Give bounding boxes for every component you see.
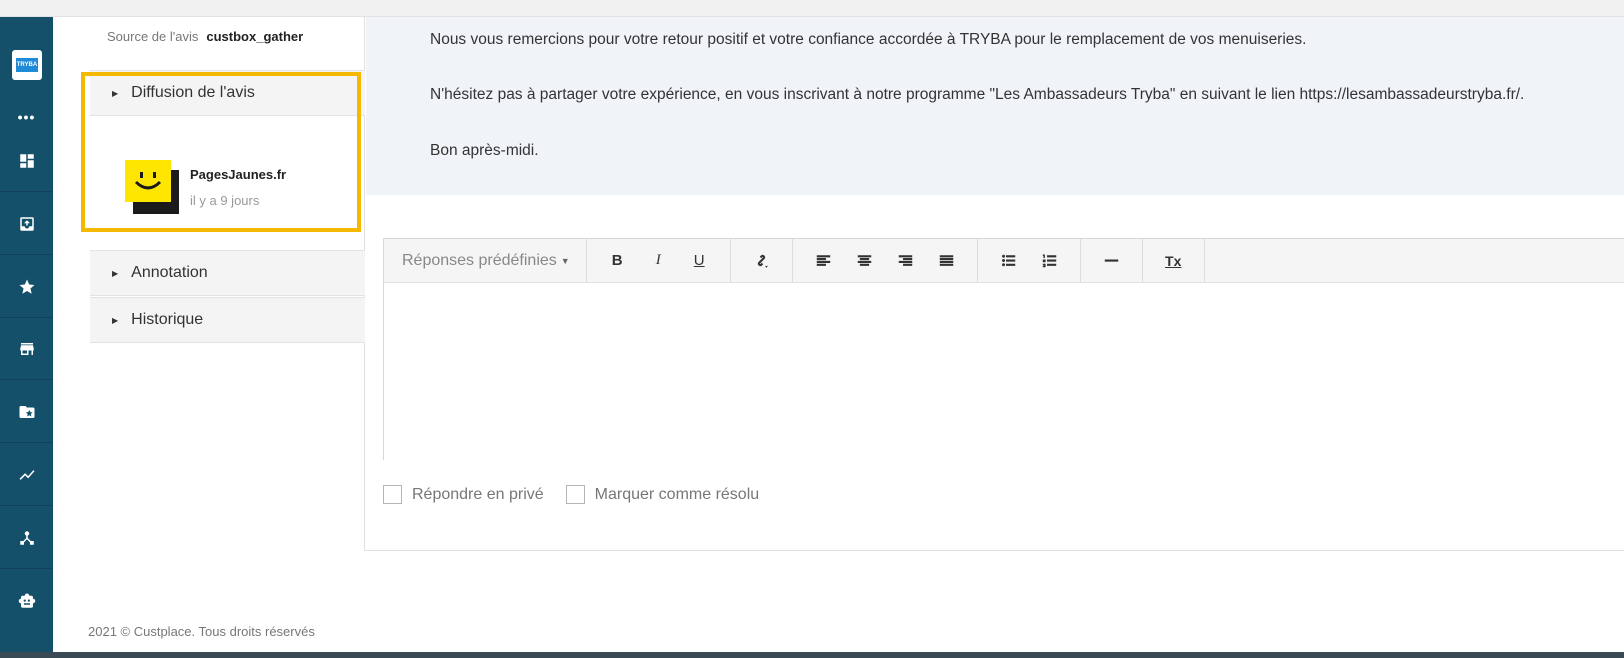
brand-logo-text: TRYBA	[16, 58, 38, 72]
sidebar-item-reviews[interactable]	[0, 256, 53, 318]
review-details-column: Source de l'avis custbox_gather ▶ Diffusi…	[90, 17, 365, 551]
align-center-icon	[857, 255, 871, 267]
caret-right-icon: ▶	[112, 315, 119, 325]
sidebar-item-inbox[interactable]	[0, 193, 53, 255]
store-icon	[19, 342, 34, 355]
platform-name[interactable]: PagesJaunes.fr	[190, 167, 286, 182]
horizontal-rule-icon	[1104, 259, 1118, 262]
link-group	[731, 239, 793, 282]
reply-line-2: N'hésitez pas à partager votre expérienc…	[430, 86, 1525, 103]
accordion-historique-label: Historique	[131, 311, 204, 328]
diffusion-time: il y a 9 jours	[190, 193, 260, 208]
mark-resolved-option[interactable]: Marquer comme résolu	[565, 485, 760, 504]
clear-group: Tx	[1143, 239, 1205, 282]
reply-message: Nous vous remercions pour votre retour p…	[366, 17, 1624, 195]
sidebar-item-stores[interactable]	[0, 318, 53, 380]
rule-group	[1081, 239, 1143, 282]
link-icon	[757, 255, 768, 269]
editor-toolbar: Réponses prédéfinies ▼ B I U Tx	[384, 239, 1624, 283]
pagesjaunes-logo	[125, 160, 179, 214]
smiley-icon	[134, 172, 162, 190]
sidebar-item-bot[interactable]	[0, 570, 53, 632]
link-button[interactable]	[741, 252, 782, 270]
reply-line-1: Nous vous remercions pour votre retour p…	[430, 31, 1307, 48]
align-center-button[interactable]	[844, 252, 885, 270]
private-reply-option[interactable]: Répondre en privé	[383, 485, 544, 504]
sidebar-nav: TRYBA •••	[0, 17, 53, 652]
numbered-list-button[interactable]	[1029, 252, 1070, 270]
bullet-list-button[interactable]	[988, 252, 1029, 270]
accordion-diffusion-label: Diffusion de l'avis	[131, 84, 255, 101]
format-group: B I U	[587, 239, 731, 282]
review-source: Source de l'avis custbox_gather	[107, 29, 303, 44]
align-justify-button[interactable]	[926, 252, 967, 270]
reply-options: Répondre en privé Marquer comme résolu	[383, 485, 781, 504]
private-reply-label: Répondre en privé	[412, 485, 544, 503]
align-right-button[interactable]	[885, 252, 926, 270]
reply-line-3: Bon après-midi.	[430, 142, 539, 159]
mark-resolved-label: Marquer comme résolu	[594, 485, 760, 503]
mark-resolved-checkbox[interactable]	[565, 485, 585, 504]
brand-logo[interactable]: TRYBA	[12, 50, 42, 80]
window-top-strip	[0, 0, 1624, 17]
accordion-diffusion[interactable]: ▶ Diffusion de l'avis	[90, 70, 365, 116]
footer-copyright: 2021 © Custplace. Tous droits réservés	[88, 624, 315, 639]
predefined-replies-label: Réponses prédéfinies	[402, 251, 557, 269]
align-group	[793, 239, 978, 282]
accordion-annotation-label: Annotation	[131, 264, 208, 281]
align-justify-icon	[939, 255, 953, 267]
robot-icon	[18, 593, 35, 608]
reply-textarea[interactable]	[384, 283, 1624, 460]
accordion-historique[interactable]: ▶ Historique	[90, 297, 365, 343]
sidebar-item-network[interactable]	[0, 507, 53, 569]
bold-button[interactable]: B	[597, 252, 638, 269]
underline-button[interactable]: U	[679, 252, 720, 269]
clear-format-button[interactable]: Tx	[1153, 253, 1194, 269]
more-icon[interactable]: •••	[0, 109, 53, 125]
reply-editor: Réponses prédéfinies ▼ B I U Tx	[383, 238, 1624, 460]
list-group	[978, 239, 1081, 282]
window-bottom-strip	[0, 652, 1624, 658]
private-reply-checkbox[interactable]	[383, 485, 402, 504]
inbox-icon	[19, 216, 34, 231]
chart-icon	[19, 469, 34, 480]
caret-down-icon: ▼	[560, 255, 570, 266]
accordion-annotation[interactable]: ▶ Annotation	[90, 250, 365, 296]
network-icon	[19, 530, 34, 545]
horizontal-rule-button[interactable]	[1091, 252, 1132, 270]
sidebar-item-collections[interactable]	[0, 381, 53, 443]
numbered-list-icon	[1042, 254, 1056, 268]
sidebar-item-dashboard[interactable]	[0, 130, 53, 192]
predefined-replies-dropdown[interactable]: Réponses prédéfinies ▼	[384, 239, 587, 282]
align-left-button[interactable]	[803, 252, 844, 270]
star-icon	[19, 279, 34, 294]
align-left-icon	[816, 255, 830, 267]
review-source-value: custbox_gather	[206, 29, 304, 44]
review-source-label: Source de l'avis	[107, 29, 199, 44]
caret-right-icon: ▶	[112, 88, 119, 98]
align-right-icon	[898, 255, 912, 267]
caret-right-icon: ▶	[112, 268, 119, 278]
sidebar-item-stats[interactable]	[0, 444, 53, 506]
italic-button[interactable]: I	[638, 252, 679, 269]
folder-star-icon	[19, 405, 34, 418]
bullet-list-icon	[1001, 255, 1015, 267]
dashboard-icon	[19, 153, 34, 168]
